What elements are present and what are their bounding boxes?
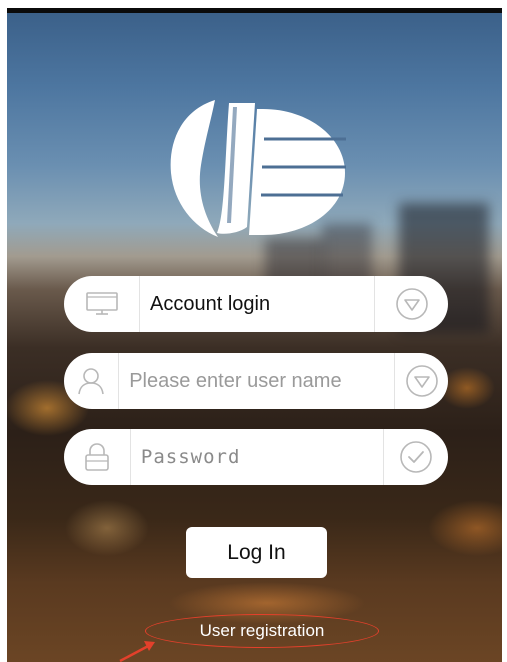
status-bar [7, 8, 502, 13]
monitor-icon [64, 276, 140, 332]
chevron-down-circle-icon[interactable] [394, 353, 448, 409]
password-field[interactable] [64, 429, 448, 485]
check-circle-icon[interactable] [382, 429, 448, 485]
user-icon [64, 353, 120, 409]
login-button[interactable]: Log In [186, 527, 327, 578]
login-type-selector[interactable]: Account login [64, 276, 448, 332]
password-input[interactable] [130, 429, 383, 485]
lock-icon [64, 429, 131, 485]
app-logo [170, 100, 346, 237]
login-type-label: Account login [150, 292, 271, 315]
user-registration-link[interactable]: User registration [145, 614, 379, 648]
annotation-arrow-icon [119, 641, 155, 662]
chevron-down-circle-icon[interactable] [374, 276, 448, 332]
username-field[interactable] [64, 353, 448, 409]
username-input[interactable] [119, 353, 395, 409]
